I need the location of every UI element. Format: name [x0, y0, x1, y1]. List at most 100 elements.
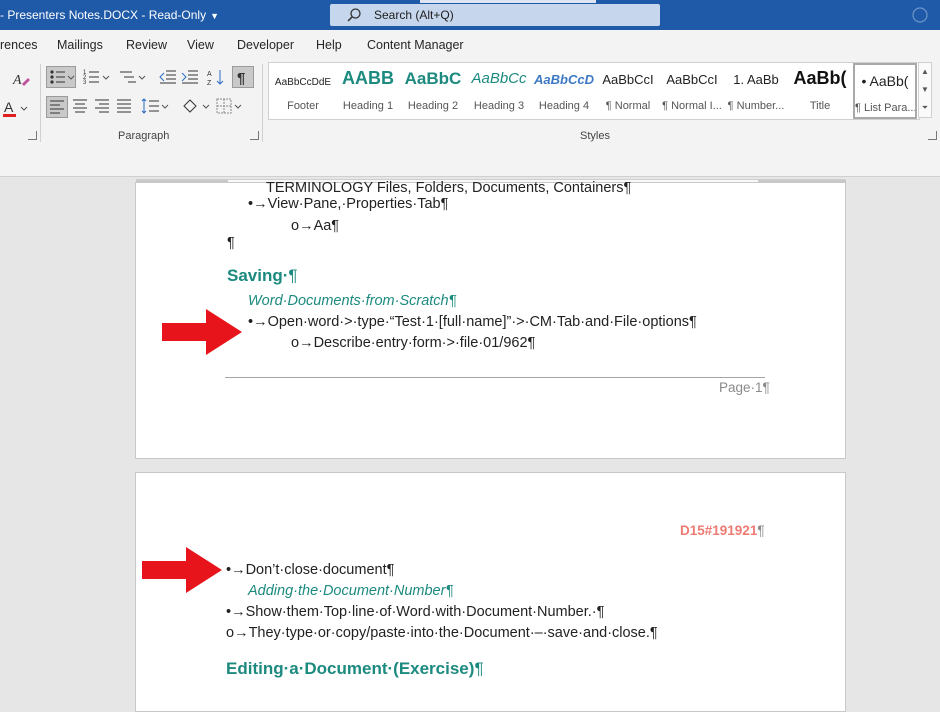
heading-editing-text: Editing·a·Document·(Exercise)	[226, 659, 475, 678]
line-spacing-button[interactable]	[140, 96, 170, 118]
multilevel-list-icon	[120, 71, 146, 83]
bullets-icon	[50, 70, 75, 84]
chevron-down-icon[interactable]: ▼	[919, 81, 931, 99]
style-sample: AaBbCcI	[602, 72, 654, 87]
justify-icon	[117, 99, 131, 113]
tab-mailings[interactable]: Mailings	[57, 38, 103, 52]
multilevel-list-button[interactable]	[118, 67, 148, 89]
title-bar: - Presenters Notes.DOCX - Read-Only ▼ Sea…	[0, 0, 940, 30]
bullet-view-pane: •→View·Pane,·Properties·Tab¶	[248, 196, 449, 212]
red-arrow-annotation	[162, 309, 242, 355]
numbering-icon: 1 2 3	[83, 70, 110, 86]
tab-references[interactable]: rences	[0, 38, 38, 52]
clear-formatting-button[interactable]: A	[10, 68, 32, 90]
svg-text:3: 3	[83, 80, 87, 86]
heading-saving: Saving·¶	[227, 266, 298, 286]
align-right-button[interactable]	[92, 96, 114, 118]
subheading-word-documents: Word·Documents·from·Scratch¶	[248, 293, 457, 309]
document-page-2[interactable]: D15#191921¶ •→Don’t·close·document¶ Addi…	[135, 472, 846, 712]
heading-editing-document: Editing·a·Document·(Exercise)¶	[226, 659, 484, 679]
styles-dialog-launcher-icon[interactable]	[928, 131, 937, 140]
style-heading-4[interactable]: AaBbCcD Heading 4	[533, 63, 595, 119]
style-normal[interactable]: AaBbCcI ¶ Normal	[597, 63, 659, 119]
sort-button[interactable]: AZ	[206, 67, 226, 89]
tab-view[interactable]: View	[187, 38, 214, 52]
bullets-button[interactable]	[46, 66, 76, 88]
empty-paragraph-mark: ¶	[227, 235, 235, 251]
tab-content-manager[interactable]: Content Manager	[367, 38, 464, 52]
style-sample: AaBbCcI	[666, 72, 718, 87]
clear-formatting-icon: A	[12, 73, 30, 88]
svg-text:A: A	[4, 99, 14, 115]
styles-gallery: AaBbCcDdE Footer AABB Heading 1 AaBbC He…	[268, 62, 920, 120]
document-number: D15#191921¶	[680, 523, 765, 538]
ribbon: A A 1 2 3 A Z ¶ Paragraph AaBbCcDdE Foot…	[0, 58, 940, 147]
style-heading-1[interactable]: AABB Heading 1	[337, 63, 399, 119]
chevron-up-icon[interactable]: ▲	[919, 63, 931, 81]
increase-indent-button[interactable]	[180, 67, 200, 89]
svg-text:A: A	[12, 73, 22, 88]
align-left-button[interactable]	[46, 96, 68, 118]
svg-text:A: A	[207, 71, 212, 78]
search-input[interactable]: Search (Alt+Q)	[374, 8, 454, 22]
divider	[40, 64, 41, 142]
numbering-button[interactable]: 1 2 3	[82, 67, 112, 89]
search-box[interactable]: Search (Alt+Q)	[330, 4, 660, 26]
pilcrow-mark: ¶	[474, 659, 484, 678]
paragraph-dialog-launcher-icon[interactable]	[250, 131, 259, 140]
tab-review[interactable]: Review	[126, 38, 167, 52]
document-title[interactable]: - Presenters Notes.DOCX - Read-Only ▼	[0, 8, 219, 22]
style-sample: AaBbCcD	[534, 72, 594, 87]
style-numbered[interactable]: 1. AaBb ¶ Number...	[725, 63, 787, 119]
style-normal-indent[interactable]: AaBbCcI ¶ Normal I...	[661, 63, 723, 119]
style-sample: AaBb(	[793, 68, 847, 88]
style-name: Heading 3	[473, 100, 525, 112]
style-heading-3[interactable]: AaBbCc Heading 3	[467, 63, 531, 119]
styles-gallery-scroll[interactable]: ▲ ▼ ⏷	[918, 62, 932, 118]
footer-divider	[225, 377, 765, 378]
title-accent-line	[420, 0, 596, 3]
pilcrow-mark: ¶	[288, 266, 298, 285]
align-center-icon	[73, 99, 87, 113]
align-left-icon	[50, 100, 64, 114]
chevron-down-icon[interactable]: ▼	[210, 11, 219, 21]
svg-text:Z: Z	[207, 80, 212, 87]
subheading-adding-document-number: Adding·the·Document·Number¶	[248, 583, 454, 599]
style-list-paragraph[interactable]: • AaBb( ¶ List Para...	[853, 63, 917, 119]
more-styles-icon[interactable]: ⏷	[919, 99, 931, 117]
style-title[interactable]: AaBb( Title	[789, 63, 851, 119]
font-dialog-launcher-icon[interactable]	[28, 131, 37, 140]
decrease-indent-button[interactable]	[158, 67, 178, 89]
tab-developer[interactable]: Developer	[237, 38, 294, 52]
search-icon	[347, 8, 361, 22]
style-name: ¶ Normal I...	[662, 100, 722, 112]
tab-help[interactable]: Help	[316, 38, 342, 52]
style-sample: 1. AaBb	[733, 72, 779, 87]
svg-text:¶: ¶	[237, 70, 245, 87]
line-spacing-icon	[141, 98, 169, 114]
style-sample: • AaBb(	[861, 73, 909, 89]
styles-group-label: Styles	[580, 130, 610, 142]
paragraph-group-label: Paragraph	[118, 130, 170, 142]
style-sample: AaBbC	[404, 69, 462, 88]
justify-button[interactable]	[114, 96, 136, 118]
borders-icon	[216, 98, 242, 114]
subbullet-they-type: o→They·type·or·copy/paste·into·the·Docum…	[226, 625, 658, 641]
style-heading-2[interactable]: AaBbC Heading 2	[401, 63, 465, 119]
document-canvas[interactable]: TERMINOLOGY Files, Folders, Documents, C…	[0, 180, 940, 712]
font-color-button[interactable]: A	[2, 98, 30, 120]
style-sample: AABB	[342, 68, 394, 88]
bullet-show-them: •→Show·them·Top·line·of·Word·with·Docume…	[226, 604, 605, 620]
footer-page-number: Page·1¶	[719, 380, 770, 395]
style-footer[interactable]: AaBbCcDdE Footer	[271, 63, 335, 119]
document-number-text: D15#191921	[680, 523, 758, 538]
document-title-text: - Presenters Notes.DOCX - Read-Only	[0, 8, 207, 22]
show-hide-marks-button[interactable]: ¶	[232, 66, 254, 88]
style-name: Title	[809, 100, 831, 112]
subbullet-aa: o→Aa¶	[291, 218, 340, 234]
borders-button[interactable]	[214, 96, 244, 118]
style-name: Heading 4	[538, 100, 590, 112]
align-center-button[interactable]	[70, 96, 92, 118]
shading-button[interactable]	[180, 96, 210, 118]
ribbon-secondary-row	[0, 146, 940, 177]
